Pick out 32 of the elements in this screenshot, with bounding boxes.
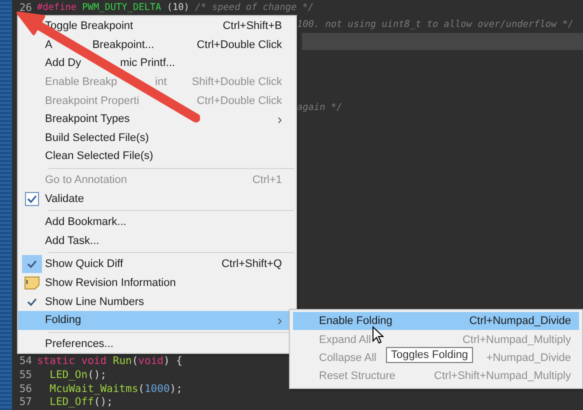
menu-item[interactable]: A Breakpoint... Ctrl+Double Click bbox=[18, 36, 296, 54]
checkbox-icon bbox=[24, 192, 38, 206]
menu-item[interactable]: Clean Selected File(s) bbox=[18, 147, 296, 166]
code-line: 100. not using uint8_t to allow over/underflow */ bbox=[297, 18, 574, 32]
line-number: 55 bbox=[18, 368, 32, 382]
code-line: static void Run(void) { bbox=[37, 355, 182, 369]
line-number: 57 bbox=[18, 396, 32, 410]
menu-item[interactable]: Add Dy mic Printf... bbox=[18, 54, 296, 73]
code-line: again */ bbox=[297, 100, 342, 115]
line-number: 26 bbox=[18, 1, 32, 16]
line-number: 56 bbox=[18, 382, 32, 396]
menu-item[interactable]: Show Revision Information bbox=[18, 274, 296, 292]
note-icon bbox=[24, 276, 40, 290]
code-line: #define PWM_DUTY_DELTA (10) /* speed of change */ bbox=[37, 1, 314, 15]
menu-item[interactable]: Show Line Numbers bbox=[18, 292, 296, 311]
mouse-cursor-icon bbox=[372, 326, 384, 344]
menu-item[interactable]: Add Task... bbox=[18, 232, 296, 250]
code-line: LED_On(); bbox=[48, 368, 107, 382]
folding-tooltip: Toggles Folding bbox=[386, 347, 474, 363]
code-line: McuWait_Waitms(1000); bbox=[48, 382, 182, 396]
menu-item[interactable]: Build Selected File(s) bbox=[18, 128, 296, 148]
shortcut-label: +Numpad_Divide bbox=[486, 352, 571, 364]
menu-item[interactable]: Breakpoint Types › bbox=[18, 110, 296, 129]
menu-item[interactable]: Add Bookmark... bbox=[18, 212, 296, 232]
shortcut-label: Ctrl+Numpad_Multiply bbox=[462, 334, 571, 346]
menu-item[interactable]: Enable Folding Ctrl+Numpad_Divide bbox=[293, 312, 579, 330]
line-number: 54 bbox=[18, 355, 32, 369]
menu-item[interactable]: Show Quick Diff Ctrl+Shift+Q bbox=[18, 255, 296, 274]
menu-item[interactable]: Validate bbox=[18, 189, 296, 208]
checkmark-icon bbox=[22, 255, 42, 274]
shortcut-label: Ctrl+Shift+Numpad_Multiply bbox=[434, 370, 571, 382]
code-line: LED_Off(); bbox=[48, 396, 113, 410]
